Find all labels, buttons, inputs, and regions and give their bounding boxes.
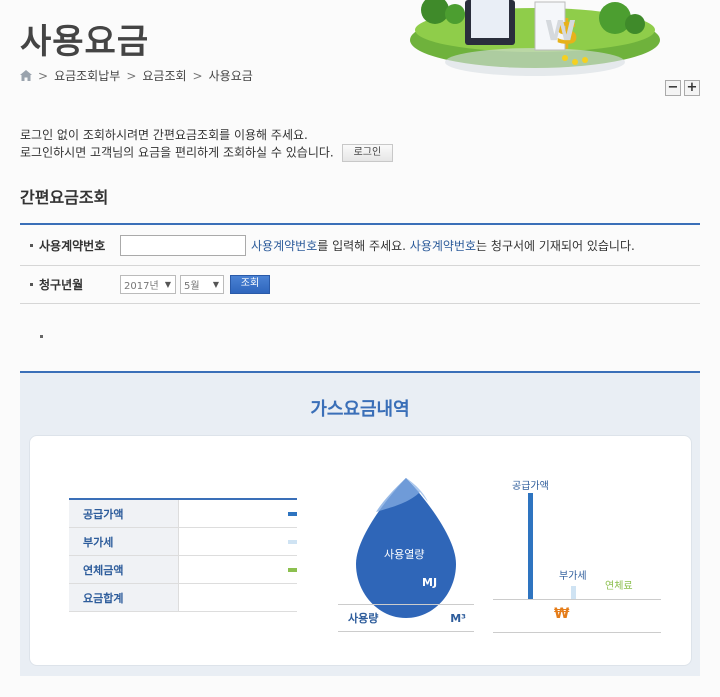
hero-illustration: $ W: [410, 0, 660, 76]
intro-line-1: 로그인 없이 조회하시려면 간편요금조회를 이용해 주세요.: [20, 128, 308, 142]
breadcrumb-separator-icon: >: [192, 68, 203, 83]
bar-label-late: 연체료: [605, 581, 633, 592]
fee-row: 공급가액: [69, 500, 297, 528]
fee-value-late: [179, 556, 297, 583]
page-title: 사용요금: [20, 22, 150, 62]
result-title: 가스요금내역: [310, 399, 410, 420]
breadcrumb: > 요금조회납부 > 요금조회 > 사용요금: [20, 67, 253, 84]
billing-month-label: 청구년월: [39, 278, 84, 292]
fee-value-total: [179, 584, 297, 611]
bar-label-vat: 부가세: [559, 571, 587, 582]
intro-text: 로그인 없이 조회하시려면 간편요금조회를 이용해 주세요. 로그인하시면 고객…: [20, 127, 394, 162]
chart-bottom-line: [493, 632, 661, 633]
fee-label-vat: 부가세: [69, 528, 179, 555]
billing-month-label-wrap: 청구년월: [20, 276, 120, 293]
login-button[interactable]: 로그인: [341, 144, 394, 162]
chart-baseline: [493, 599, 661, 600]
fee-row: 연체금액: [69, 556, 297, 584]
bullet-icon: [40, 335, 43, 338]
fee-label-supply: 공급가액: [69, 500, 179, 527]
result-panel: 가스요금내역 공급가액 부가세 연체금액 요금합계 사용열량 MJ 사용량 M³…: [20, 371, 700, 676]
search-button[interactable]: 조회: [230, 275, 270, 294]
fee-bar-chart: [528, 493, 576, 599]
hint-text-mid: 를 입력해 주세요.: [317, 238, 410, 253]
year-select-value: 2017년: [124, 281, 159, 292]
drop-label: 사용열량: [384, 548, 424, 561]
fee-value-supply: [179, 500, 297, 527]
contract-number-label-wrap: 사용계약번호: [20, 237, 120, 254]
billing-month-row: 청구년월 2017년 ▼ 5월 ▼ 조회: [20, 266, 700, 304]
hint-link-contract-1[interactable]: 사용계약번호: [251, 239, 317, 253]
month-select-value: 5월: [184, 281, 200, 292]
bar-supply: [528, 493, 533, 599]
quick-inquiry-title: 간편요금조회: [20, 188, 109, 207]
month-select[interactable]: 5월 ▼: [180, 275, 224, 294]
breadcrumb-item-billing[interactable]: 요금조회납부: [54, 67, 120, 84]
drop-unit: MJ: [422, 576, 437, 589]
usage-label: 사용량: [348, 612, 379, 625]
result-card: 공급가액 부가세 연체금액 요금합계 사용열량 MJ 사용량 M³ 공급가액 부…: [29, 435, 692, 666]
bar-vat: [571, 586, 576, 599]
won-icon: ₩: [554, 606, 570, 622]
contract-number-input[interactable]: [120, 234, 246, 256]
fee-value-vat: [179, 528, 297, 555]
chevron-down-icon: ▼: [212, 280, 219, 289]
legend-swatch-late: [288, 567, 297, 572]
usage-unit: M³: [450, 611, 466, 625]
zoom-controls: − +: [665, 80, 700, 96]
legend-swatch-supply: [288, 511, 297, 516]
fee-label-total: 요금합계: [69, 584, 179, 611]
bullet-icon: [30, 283, 33, 286]
bullet-icon: [30, 243, 33, 247]
intro-line-2: 로그인하시면 고객님의 요금을 편리하게 조회하실 수 있습니다.: [20, 145, 334, 160]
breadcrumb-item-inquiry[interactable]: 요금조회: [142, 67, 186, 84]
svg-text:W: W: [545, 14, 576, 47]
fee-row: 부가세: [69, 528, 297, 556]
breadcrumb-item-usage: 사용요금: [208, 69, 253, 83]
fee-label-late: 연체금액: [69, 556, 179, 583]
year-select[interactable]: 2017년 ▼: [120, 275, 176, 294]
contract-number-hint: 사용계약번호를 입력해 주세요. 사용계약번호는 청구서에 기재되어 있습니다.: [251, 237, 635, 254]
hint-text-end: 는 청구서에 기재되어 있습니다.: [476, 238, 635, 253]
contract-number-row: 사용계약번호 사용계약번호를 입력해 주세요. 사용계약번호는 청구서에 기재되…: [20, 225, 700, 266]
fee-row: 요금합계: [69, 584, 297, 612]
chevron-down-icon: ▼: [164, 280, 171, 289]
bar-label-supply: 공급가액: [512, 481, 549, 492]
home-icon[interactable]: [20, 70, 32, 81]
usage-row: 사용량 M³: [338, 604, 474, 632]
breadcrumb-separator-icon: >: [38, 68, 49, 83]
fee-table: 공급가액 부가세 연체금액 요금합계: [69, 498, 297, 612]
zoom-in-button[interactable]: +: [684, 80, 700, 96]
legend-swatch-vat: [288, 539, 297, 544]
breadcrumb-separator-icon: >: [126, 68, 137, 83]
hint-link-contract-2[interactable]: 사용계약번호: [410, 239, 476, 253]
zoom-out-button[interactable]: −: [665, 80, 681, 96]
contract-number-label: 사용계약번호: [39, 238, 106, 253]
